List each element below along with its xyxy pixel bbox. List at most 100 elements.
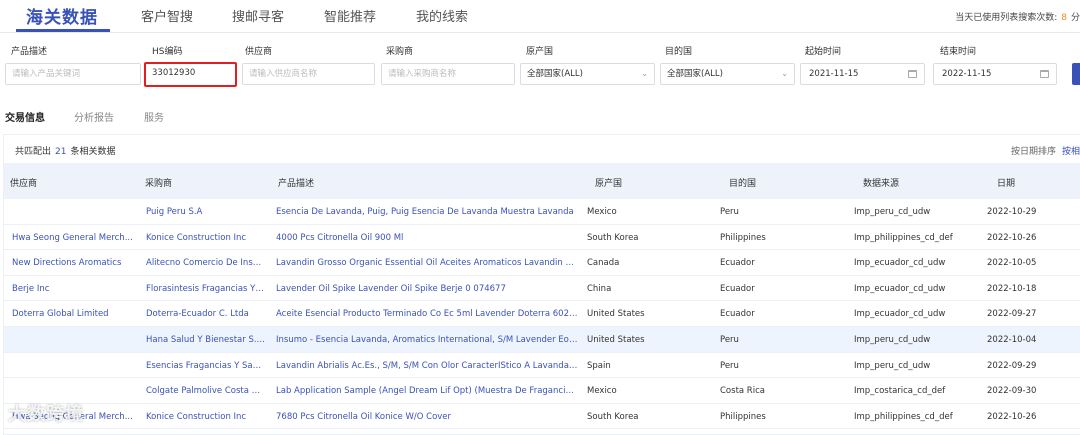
destination-country-select[interactable]: 全部国家(ALL) ⌄ (660, 63, 795, 85)
cell-destination: Costa Rica (720, 386, 765, 397)
table-row[interactable]: Colgate Palmolive Costa Ri... Lab Applica… (4, 378, 1080, 404)
buyer-input[interactable]: 请输入采购商名称 (381, 63, 515, 85)
table-row[interactable]: Puig Peru S.A Esencia De Lavanda, Puig, P… (4, 199, 1080, 225)
cell-buyer[interactable]: Konice Construction Inc (146, 412, 266, 422)
table-row[interactable]: Esencias Fragancias Y Sab... Lavandin Abr… (4, 352, 1080, 379)
cell-source: Imp_ecuador_cd_udw (854, 309, 946, 320)
usage-label: 当天已使用列表搜索次数: (955, 13, 1058, 23)
filter-start-date: 起始时间 (805, 44, 841, 57)
match-prefix: 共匹配出 (15, 147, 52, 157)
cell-origin: Canada (587, 258, 620, 269)
cell-product[interactable]: Lavender Oil Spike Lavender Oil Spike Be… (276, 284, 578, 294)
end-date-input[interactable]: 2022-11-15 (933, 63, 1057, 85)
sort-by-date[interactable]: 按日期排序 (1011, 147, 1056, 157)
cell-product[interactable]: Insumo - Esencia Lavanda, Aromatics Inte… (276, 335, 578, 345)
results-panel: 共匹配出 21 条相关数据 按日期排序 按相 供应商 采购商 产品描述 原产国 目的国… (3, 134, 1080, 435)
match-suffix: 条相关数据 (70, 147, 116, 157)
filter-end-label: 结束时间 (940, 47, 977, 57)
cell-buyer[interactable]: Florasintesis Fragancias Y ... (146, 284, 266, 294)
column-header-buyer[interactable]: 采购商 (145, 176, 172, 189)
cell-source: Imp_ecuador_cd_udw (854, 258, 946, 269)
cell-product[interactable]: Aceite Esencial Producto Terminado Co Ec… (276, 309, 578, 319)
cell-buyer[interactable]: Konice Construction Inc (146, 233, 266, 243)
cell-product[interactable]: 4000 Pcs Citronella Oil 900 Ml (276, 233, 578, 243)
cell-buyer[interactable]: Doterra-Ecuador C. Ltda (146, 309, 266, 319)
cell-date: 2022-10-05 (987, 258, 1037, 269)
column-header-destination[interactable]: 目的国 (729, 176, 756, 189)
cell-supplier[interactable]: New Directions Aromatics (12, 258, 134, 268)
calendar-icon (1040, 70, 1049, 78)
cell-origin: Mexico (587, 386, 617, 397)
nav-active-indicator (16, 29, 110, 32)
cell-destination: Ecuador (720, 309, 755, 320)
cell-date: 2022-10-29 (987, 207, 1037, 217)
supplier-input[interactable]: 请输入供应商名称 (242, 63, 375, 85)
nav-tab-customs-data[interactable]: 海关数据 (26, 3, 98, 28)
column-header-source[interactable]: 数据来源 (863, 176, 899, 189)
cell-product[interactable]: Lavandin Abrialis Ac.Es., S/M, S/M Con O… (276, 361, 578, 371)
nav-tab-recommend[interactable]: 智能推荐 (324, 6, 376, 25)
cell-buyer[interactable]: Puig Peru S.A (146, 207, 266, 217)
usage-counter: 当天已使用列表搜索次数: 8 分 (955, 10, 1080, 23)
match-count: 21 (55, 147, 67, 157)
filter-origin: 原产国 (526, 44, 553, 57)
match-summary: 共匹配出 21 条相关数据 (15, 144, 115, 157)
cell-buyer[interactable]: Esencias Fragancias Y Sab... (146, 361, 266, 371)
cell-date: 2022-10-26 (987, 411, 1037, 422)
tab-trade-info[interactable]: 交易信息 (5, 109, 45, 124)
cell-product[interactable]: Lab Application Sample (Angel Dream Lif … (276, 386, 578, 396)
cell-origin: Spain (587, 360, 611, 371)
watermark: 大数跨境 (8, 404, 84, 425)
cell-destination: Ecuador (720, 258, 755, 269)
origin-country-select[interactable]: 全部国家(ALL) ⌄ (520, 63, 655, 85)
cell-date: 2022-10-18 (987, 283, 1037, 294)
table-row[interactable]: Hwa Seong General Merch... Konice Constru… (4, 403, 1080, 430)
cell-origin: China (587, 283, 612, 294)
nav-tab-my-leads[interactable]: 我的线索 (416, 6, 468, 25)
sort-other[interactable]: 按相 (1062, 147, 1080, 157)
start-date-value: 2021-11-15 (809, 69, 859, 79)
cell-supplier[interactable]: Doterra Global Limited (12, 309, 134, 319)
top-navigation: 海关数据 客户智搜 搜邮寻客 智能推荐 我的线索 当天已使用列表搜索次数: 8 分 (0, 0, 1080, 33)
nav-tab-customer-search[interactable]: 客户智搜 (141, 6, 193, 25)
column-header-supplier[interactable]: 供应商 (10, 176, 37, 189)
cell-buyer[interactable]: Hana Salud Y Bienestar S.A... (146, 335, 266, 345)
hs-code-input[interactable]: 33012930 (144, 62, 237, 87)
table-row[interactable]: Hana Salud Y Bienestar S.A... Insumo - Es… (4, 327, 1080, 353)
cell-origin: Mexico (587, 207, 617, 217)
table-row[interactable]: New Directions Aromatics Alitecno Comerci… (4, 250, 1080, 276)
cell-product[interactable]: Lavandin Grosso Organic Essential Oil Ac… (276, 258, 578, 268)
calendar-icon (908, 70, 917, 78)
cell-supplier[interactable]: Berje Inc (12, 284, 134, 294)
cell-buyer[interactable]: Alitecno Comercio De Insu... (146, 258, 266, 268)
cell-source: Imp_ecuador_cd_udw (854, 283, 946, 294)
search-button[interactable] (1072, 63, 1080, 85)
cell-source: Imp_peru_cd_udw (854, 207, 931, 217)
filter-supplier-label: 供应商 (245, 47, 273, 57)
column-header-date[interactable]: 日期 (997, 176, 1015, 189)
end-date-value: 2022-11-15 (942, 69, 992, 79)
cell-product[interactable]: 7680 Pcs Citronella Oil Konice W/O Cover (276, 412, 578, 422)
cell-origin: United States (587, 335, 645, 345)
cell-supplier[interactable]: Hwa Seong General Merch... (12, 233, 134, 243)
cell-buyer[interactable]: Colgate Palmolive Costa Ri... (146, 386, 266, 396)
tab-analysis-report[interactable]: 分析报告 (74, 109, 114, 124)
cell-product[interactable]: Esencia De Lavanda, Puig, Puig Esencia D… (276, 207, 578, 217)
table-row[interactable]: Doterra Global Limited Doterra-Ecuador C.… (4, 301, 1080, 327)
product-description-input[interactable]: 请输入产品关键词 (5, 63, 141, 85)
column-header-origin[interactable]: 原产国 (595, 176, 622, 189)
chevron-down-icon: ⌄ (781, 69, 788, 78)
nav-tab-email-search[interactable]: 搜邮寻客 (232, 6, 284, 25)
table-row[interactable]: Berje Inc Florasintesis Fragancias Y ... L… (4, 275, 1080, 302)
column-header-product[interactable]: 产品描述 (278, 176, 314, 189)
cell-date: 2022-09-27 (987, 309, 1037, 320)
cell-source: Imp_costarica_cd_def (854, 386, 946, 397)
table-row[interactable]: Hwa Seong General Merch... Konice Constru… (4, 224, 1080, 251)
cell-origin: United States (587, 309, 645, 320)
sort-options: 按日期排序 按相 (1011, 144, 1080, 157)
table-header: 供应商 采购商 产品描述 原产国 目的国 数据来源 日期 (4, 163, 1080, 199)
filter-origin-label: 原产国 (526, 47, 554, 57)
start-date-input[interactable]: 2021-11-15 (800, 63, 925, 85)
cell-destination: Ecuador (720, 283, 755, 294)
tab-service[interactable]: 服务 (144, 109, 164, 124)
